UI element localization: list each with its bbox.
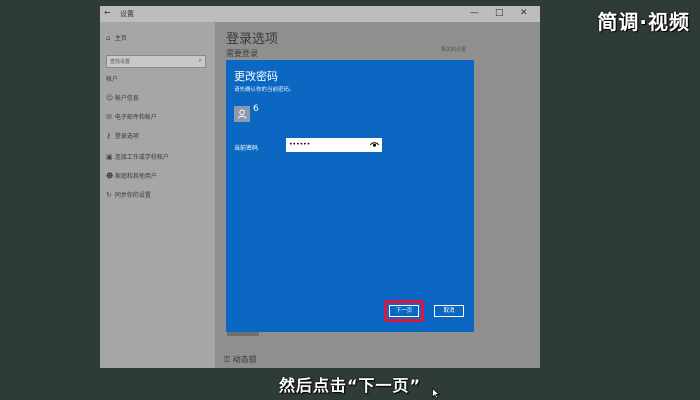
close-button[interactable]: ✕ bbox=[520, 8, 528, 18]
search-input[interactable]: 查找设置 ⌕ bbox=[106, 55, 206, 68]
sidebar-item-email[interactable]: ✉ 电子邮件和帐户 bbox=[106, 112, 157, 121]
sidebar-item-work-school[interactable]: ▣ 连接工作或学校帐户 bbox=[106, 152, 169, 161]
search-icon: ⌕ bbox=[198, 57, 202, 64]
watermark: 简调·视频 bbox=[597, 10, 690, 34]
person-icon: ☺ bbox=[106, 94, 114, 102]
sidebar-item-label: 登录选项 bbox=[114, 133, 139, 140]
sidebar-item-label: 同步你的设置 bbox=[114, 192, 151, 199]
dynamic-lock-heading: ⚿ 动态锁 bbox=[224, 354, 257, 365]
home-icon: ⌂ bbox=[106, 34, 111, 42]
reveal-password-icon[interactable] bbox=[370, 141, 379, 148]
briefcase-icon: ▣ bbox=[106, 153, 113, 161]
dynamic-lock-label: 动态锁 bbox=[232, 355, 257, 364]
key-icon: ⚷ bbox=[106, 132, 112, 140]
sidebar-item-family[interactable]: ☻ 家庭和其他用户 bbox=[106, 171, 157, 180]
maximize-button[interactable]: □ bbox=[495, 8, 504, 18]
video-caption: 然后点击“下一页” bbox=[278, 376, 422, 395]
sidebar: ⌂ 主页 查找设置 ⌕ 帐户 ☺ 帐户信息 ✉ 电子邮件和帐户 ⚷ 登录选项 ▣… bbox=[100, 22, 215, 368]
page-title: 登录选项 bbox=[226, 32, 279, 47]
dialog-title: 更改密码 bbox=[234, 70, 278, 83]
user-icon bbox=[237, 109, 247, 119]
sidebar-home[interactable]: ⌂ 主页 bbox=[106, 33, 127, 42]
sync-icon: ↻ bbox=[106, 191, 112, 199]
sidebar-item-label: 帐户信息 bbox=[114, 95, 139, 102]
username: 6 bbox=[253, 104, 259, 114]
change-password-dialog: 更改密码 请先确认你的当前密码。 6 当前密码 下一页 取消 bbox=[226, 60, 474, 332]
sidebar-section-accounts: 帐户 bbox=[106, 76, 119, 83]
password-label: 当前密码 bbox=[234, 145, 259, 152]
sidebar-item-account-info[interactable]: ☺ 帐户信息 bbox=[106, 93, 139, 102]
sidebar-item-sync[interactable]: ↻ 同步你的设置 bbox=[106, 190, 151, 199]
section-title: 需要登录 bbox=[226, 49, 258, 58]
password-field[interactable] bbox=[286, 138, 382, 152]
search-placeholder: 查找设置 bbox=[110, 59, 131, 65]
people-icon: ☻ bbox=[106, 172, 114, 180]
dialog-subtitle: 请先确认你的当前密码。 bbox=[234, 87, 295, 93]
sidebar-home-label: 主页 bbox=[114, 35, 127, 42]
avatar bbox=[234, 106, 250, 122]
lock-icon: ⚿ bbox=[224, 355, 231, 364]
sidebar-item-sign-in-options[interactable]: ⚷ 登录选项 bbox=[106, 131, 139, 140]
sidebar-item-label: 连接工作或学校帐户 bbox=[114, 154, 169, 161]
next-button-highlight bbox=[384, 300, 424, 322]
password-input[interactable] bbox=[289, 139, 365, 150]
back-arrow-icon[interactable]: ← bbox=[104, 8, 111, 17]
title-bar: ← 设置 — □ ✕ bbox=[100, 6, 540, 22]
sidebar-item-label: 电子邮件和帐户 bbox=[114, 114, 157, 121]
cancel-button[interactable]: 取消 bbox=[434, 305, 464, 317]
related-settings-link[interactable]: 相关的设置 bbox=[441, 46, 466, 53]
window-title: 设置 bbox=[120, 10, 134, 18]
minimize-button[interactable]: — bbox=[470, 8, 479, 18]
mail-icon: ✉ bbox=[106, 113, 112, 121]
sidebar-item-label: 家庭和其他用户 bbox=[114, 173, 157, 180]
mouse-cursor-icon bbox=[432, 388, 440, 399]
